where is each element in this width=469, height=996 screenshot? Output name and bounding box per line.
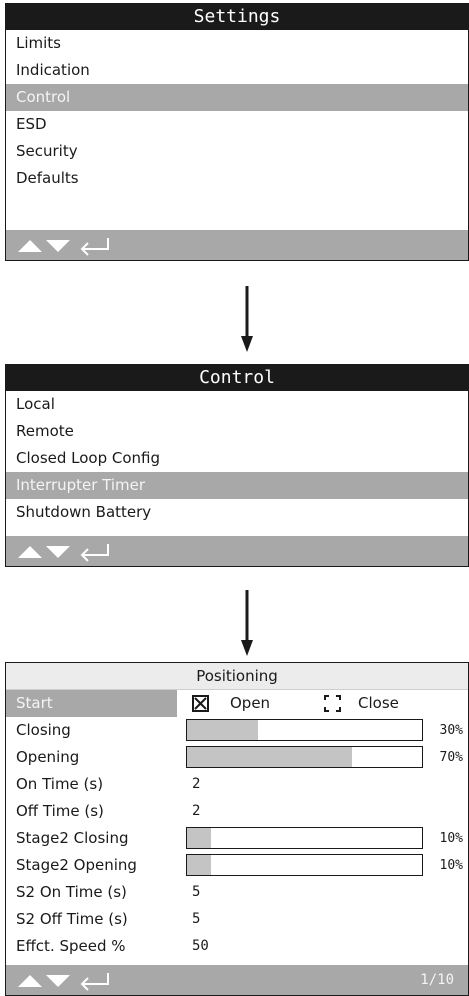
- s2-off-time-row[interactable]: S2 Off Time (s) 5: [6, 906, 468, 933]
- closing-bar-fill: [187, 720, 258, 740]
- nav-keys-icon: [18, 238, 109, 256]
- close-option-label: Close: [358, 694, 399, 712]
- up-triangle-icon: [18, 240, 42, 252]
- closing-label: Closing: [16, 721, 71, 739]
- settings-screen: Settings Limits Indication Control ESD S…: [5, 3, 469, 261]
- opening-bar[interactable]: [186, 746, 423, 768]
- down-arrow-icon: [241, 590, 253, 656]
- s2-on-time-label: S2 On Time (s): [16, 883, 127, 901]
- on-time-label: On Time (s): [16, 775, 104, 793]
- checkbox-checked-icon[interactable]: [192, 695, 209, 712]
- closing-row[interactable]: Closing 30%: [6, 717, 468, 744]
- stage2-closing-label: Stage2 Closing: [16, 829, 129, 847]
- stage2-opening-bar[interactable]: [186, 854, 423, 876]
- effct-speed-row[interactable]: Effct. Speed % 50: [6, 933, 468, 960]
- stage2-opening-bar-fill: [187, 855, 211, 875]
- opening-row[interactable]: Opening 70%: [6, 744, 468, 771]
- stage2-closing-bar[interactable]: [186, 827, 423, 849]
- down-arrow-icon: [241, 286, 253, 352]
- off-time-label: Off Time (s): [16, 802, 104, 820]
- down-triangle-icon: [46, 240, 70, 252]
- menu-item-indication[interactable]: Indication: [6, 57, 468, 84]
- settings-title: Settings: [6, 4, 468, 30]
- positioning-screen: Positioning Start Open Close Closing 30%…: [5, 662, 469, 996]
- opening-bar-fill: [187, 747, 352, 767]
- footer-bar: 1/10: [6, 965, 468, 995]
- enter-return-icon: [80, 238, 109, 256]
- menu-item-local[interactable]: Local: [6, 391, 468, 418]
- enter-return-icon: [80, 973, 109, 991]
- opening-label: Opening: [16, 748, 80, 766]
- enter-return-icon: [80, 544, 109, 562]
- down-triangle-icon: [46, 975, 70, 987]
- menu-item-remote[interactable]: Remote: [6, 418, 468, 445]
- stage2-closing-row[interactable]: Stage2 Closing 10%: [6, 825, 468, 852]
- menu-item-closed-loop-config[interactable]: Closed Loop Config: [6, 445, 468, 472]
- s2-on-time-row[interactable]: S2 On Time (s) 5: [6, 879, 468, 906]
- page-indicator: 1/10: [420, 972, 454, 988]
- menu-item-shutdown-battery[interactable]: Shutdown Battery: [6, 499, 468, 526]
- nav-keys-icon: [18, 973, 109, 991]
- up-triangle-icon: [18, 975, 42, 987]
- effct-speed-label: Effct. Speed %: [16, 937, 126, 955]
- start-label: Start: [16, 694, 53, 712]
- footer-bar: [6, 230, 468, 260]
- effct-speed-value[interactable]: 50: [192, 933, 209, 960]
- stage2-opening-label: Stage2 Opening: [16, 856, 137, 874]
- up-triangle-icon: [18, 546, 42, 558]
- menu-item-security[interactable]: Security: [6, 138, 468, 165]
- s2-off-time-label: S2 Off Time (s): [16, 910, 128, 928]
- on-time-value[interactable]: 2: [192, 771, 200, 798]
- stage2-closing-bar-fill: [187, 828, 211, 848]
- menu-item-defaults[interactable]: Defaults: [6, 165, 468, 192]
- stage2-closing-percent: 10%: [439, 831, 463, 846]
- on-time-row[interactable]: On Time (s) 2: [6, 771, 468, 798]
- nav-keys-icon: [18, 544, 109, 562]
- start-row[interactable]: Start Open Close: [6, 690, 468, 717]
- menu-item-interrupter-timer[interactable]: Interrupter Timer: [6, 472, 468, 499]
- closing-percent: 30%: [439, 723, 463, 738]
- footer-bar: [6, 536, 468, 566]
- menu-item-esd[interactable]: ESD: [6, 111, 468, 138]
- open-option-label: Open: [230, 694, 271, 712]
- control-title: Control: [6, 365, 468, 391]
- menu-item-control[interactable]: Control: [6, 84, 468, 111]
- checkbox-unchecked-icon[interactable]: [324, 695, 341, 712]
- menu-item-limits[interactable]: Limits: [6, 30, 468, 57]
- off-time-value[interactable]: 2: [192, 798, 200, 825]
- stage2-opening-row[interactable]: Stage2 Opening 10%: [6, 852, 468, 879]
- control-screen: Control Local Remote Closed Loop Config …: [5, 364, 469, 567]
- s2-on-time-value[interactable]: 5: [192, 879, 200, 906]
- positioning-title: Positioning: [6, 663, 468, 690]
- off-time-row[interactable]: Off Time (s) 2: [6, 798, 468, 825]
- closing-bar[interactable]: [186, 719, 423, 741]
- stage2-opening-percent: 10%: [439, 858, 463, 873]
- s2-off-time-value[interactable]: 5: [192, 906, 200, 933]
- down-triangle-icon: [46, 546, 70, 558]
- opening-percent: 70%: [439, 750, 463, 765]
